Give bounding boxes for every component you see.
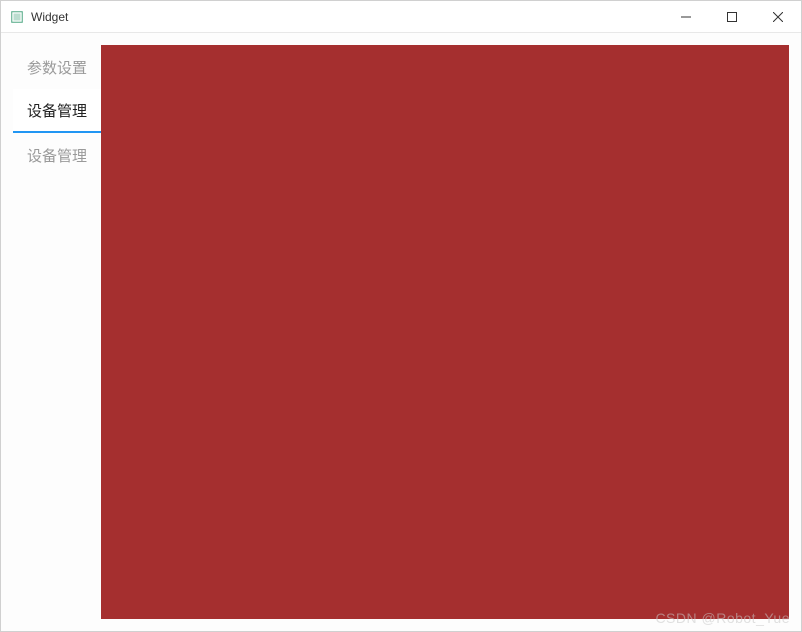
maximize-button[interactable] [709, 1, 755, 32]
tab-label: 设备管理 [27, 145, 87, 166]
tab-content-panel [101, 45, 789, 619]
close-button[interactable] [755, 1, 801, 32]
tab-device-management-1[interactable]: 设备管理 [13, 89, 101, 133]
app-icon [9, 9, 25, 25]
content-area: 参数设置 设备管理 设备管理 [1, 33, 801, 631]
tab-label: 参数设置 [27, 57, 87, 78]
tab-label: 设备管理 [27, 100, 87, 121]
window-titlebar: Widget [1, 1, 801, 33]
minimize-button[interactable] [663, 1, 709, 32]
window-controls [663, 1, 801, 32]
tab-device-management-2[interactable]: 设备管理 [13, 133, 101, 177]
titlebar-left: Widget [9, 9, 68, 25]
tab-parameters[interactable]: 参数设置 [13, 45, 101, 89]
tab-bar: 参数设置 设备管理 设备管理 [13, 45, 101, 619]
window-title: Widget [31, 10, 68, 24]
